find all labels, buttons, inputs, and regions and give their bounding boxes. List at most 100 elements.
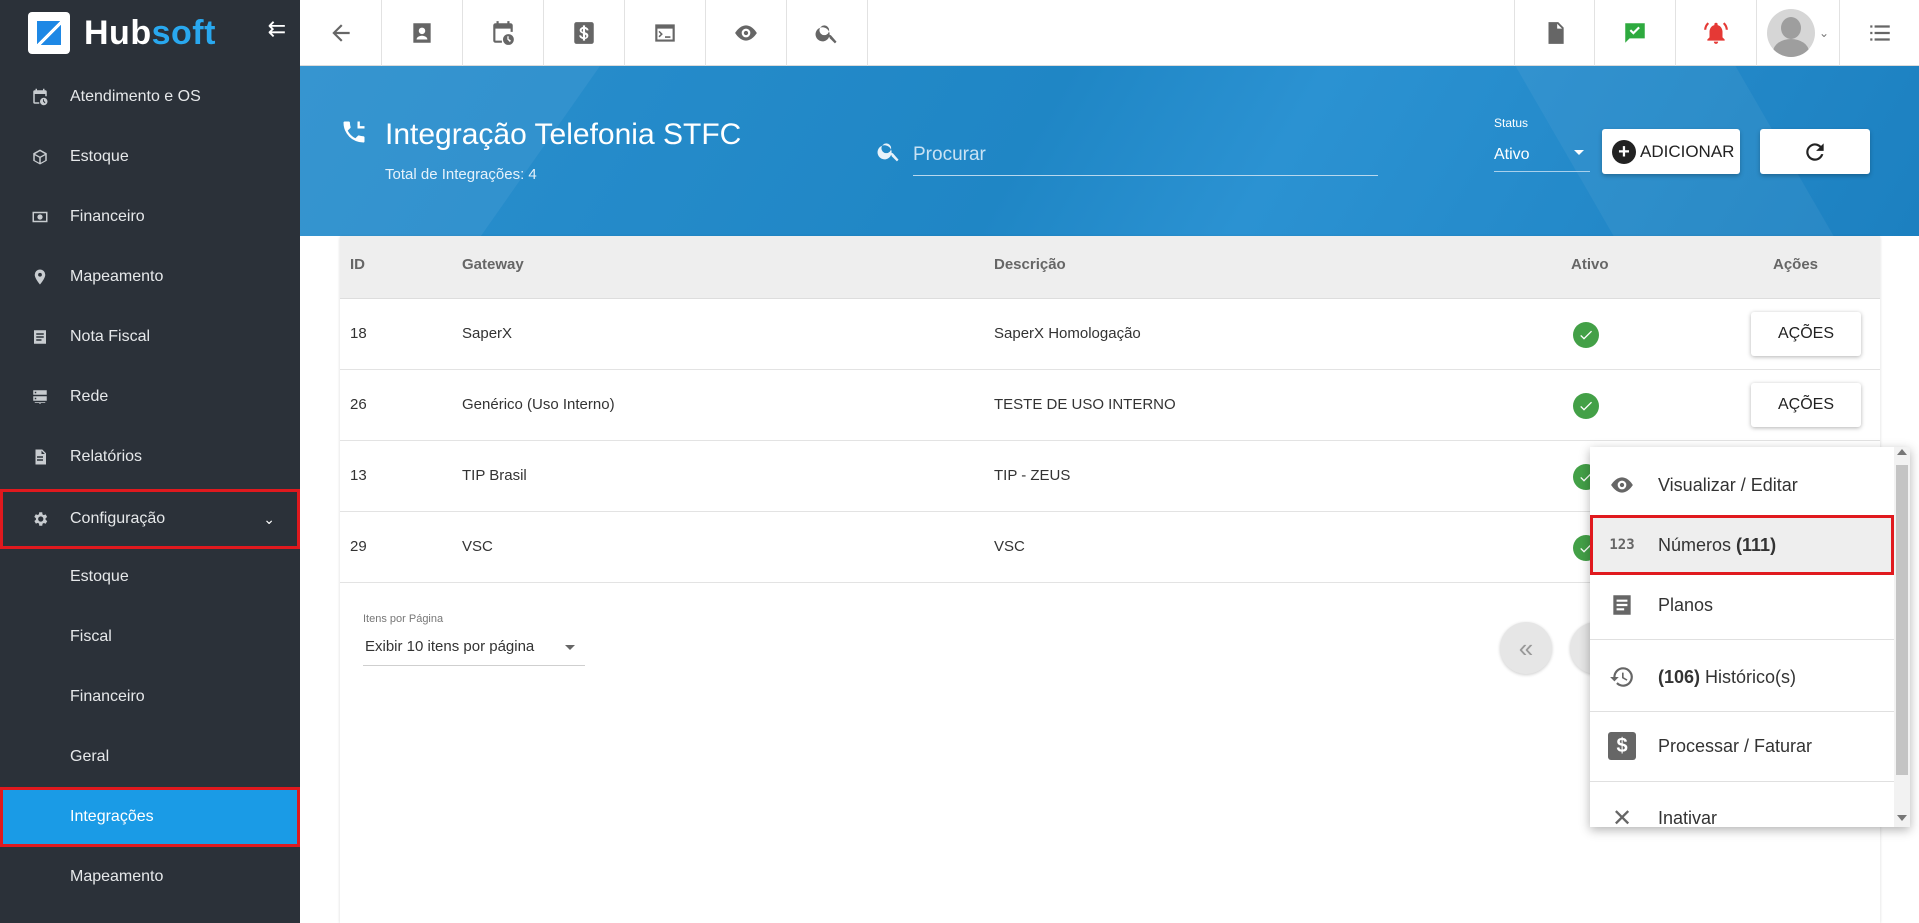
contact-card-icon [413, 23, 431, 43]
pdf-icon [1548, 22, 1564, 44]
menu-divider [1590, 781, 1894, 782]
history-icon [1608, 663, 1636, 691]
column-header-descricao[interactable]: Descrição [994, 256, 1066, 273]
sidebar-item-label: Rede [70, 388, 109, 405]
search-button[interactable] [787, 0, 868, 66]
sidebar: Hubsoft ⇇ Atendimento e OS Estoque Finan… [0, 0, 300, 923]
sidebar-item-label: Nota Fiscal [70, 328, 151, 345]
first-page-button[interactable]: « [1500, 622, 1552, 674]
sidebar-item-configuracao[interactable]: Configuração ⌄ [0, 489, 300, 549]
alarm-button[interactable] [1676, 0, 1757, 66]
sidebar-subitem-financeiro[interactable]: Financeiro [0, 667, 300, 727]
sidebar-item-label: Relatórios [70, 448, 143, 465]
schedule-button[interactable] [463, 0, 544, 66]
menu-item-label: Processar / Faturar [1658, 735, 1813, 756]
finance-button[interactable] [544, 0, 625, 66]
menu-divider [1590, 639, 1894, 640]
sidebar-item-label: Atendimento e OS [70, 88, 201, 105]
sidebar-subitem-label: Mapeamento [70, 868, 164, 885]
plus-circle-icon: + [1612, 139, 1636, 164]
cell-gateway: VSC [462, 538, 493, 555]
status-label: Status [1494, 116, 1529, 130]
hubsoft-logo: Hubsoft [84, 14, 216, 53]
menu-item-visualizar-editar[interactable]: Visualizar / Editar [1590, 455, 1894, 515]
box-icon [30, 147, 50, 167]
dollar-icon [574, 22, 594, 44]
sidebar-subitem-mapeamento[interactable]: Mapeamento [0, 847, 300, 907]
calendar-clock-icon [30, 87, 50, 107]
scroll-up-arrow-icon[interactable] [1897, 449, 1907, 455]
back-button[interactable] [300, 0, 382, 66]
cell-id: 13 [350, 467, 367, 484]
view-button[interactable] [706, 0, 787, 66]
cell-descricao: VSC [994, 538, 1025, 555]
sidebar-subitem-label: Financeiro [70, 688, 145, 705]
dollar-icon: $ [1608, 732, 1636, 760]
search-icon [815, 25, 837, 44]
alarm-bell-icon [1704, 22, 1728, 44]
menu-item-historico[interactable]: (106) Histórico(s) [1590, 645, 1894, 709]
per-page-label: Itens por Página [363, 613, 444, 625]
menu-scroll-thumb[interactable] [1896, 465, 1908, 775]
column-header-id[interactable]: ID [350, 256, 365, 273]
cell-descricao: SaperX Homologação [994, 325, 1141, 342]
sidebar-item-mapeamento[interactable]: Mapeamento [0, 247, 300, 307]
sidebar-item-rede[interactable]: Rede [0, 367, 300, 427]
sidebar-item-label: Configuração [70, 510, 166, 527]
chat-button[interactable] [1595, 0, 1676, 66]
scroll-down-arrow-icon[interactable] [1897, 815, 1907, 821]
pdf-button[interactable] [1514, 0, 1595, 66]
sidebar-subitem-fiscal[interactable]: Fiscal [0, 607, 300, 667]
logo-bar: Hubsoft ⇇ [0, 0, 300, 66]
per-page-select[interactable]: Exibir 10 itens por página [363, 628, 585, 666]
phone-forward-icon [340, 118, 368, 146]
collapse-menu-icon[interactable]: ⇇ [268, 16, 286, 42]
add-button[interactable]: + ADICIONAR [1602, 129, 1740, 174]
column-header-ativo[interactable]: Ativo [1571, 256, 1609, 273]
sidebar-subitem-estoque[interactable]: Estoque [0, 547, 300, 607]
sidebar-item-estoque[interactable]: Estoque [0, 127, 300, 187]
status-select[interactable]: Ativo [1494, 138, 1590, 172]
sidebar-item-relatorios[interactable]: Relatórios [0, 427, 300, 487]
gear-icon [30, 509, 50, 529]
sidebar-item-nota-fiscal[interactable]: Nota Fiscal [0, 307, 300, 367]
eye-icon [735, 25, 757, 41]
dropdown-caret-icon [1574, 150, 1584, 155]
sidebar-subitem-integracoes[interactable]: Integrações [0, 787, 300, 847]
acoes-button[interactable]: AÇÕES [1751, 383, 1861, 427]
close-icon: ✕ [1611, 804, 1633, 828]
sidebar-item-atendimento[interactable]: Atendimento e OS [0, 67, 300, 127]
numbers-123-icon: 123 [1609, 537, 1635, 553]
refresh-button[interactable] [1760, 129, 1870, 174]
acoes-button[interactable]: AÇÕES [1751, 312, 1861, 356]
per-page-value: Exibir 10 itens por página [365, 638, 535, 655]
clients-button[interactable] [382, 0, 463, 66]
table-header [340, 236, 1880, 299]
column-header-gateway[interactable]: Gateway [462, 256, 524, 273]
list-doc-icon [1608, 591, 1636, 619]
receipt-icon [30, 327, 50, 347]
menu-item-planos[interactable]: Planos [1590, 575, 1894, 635]
document-icon [30, 447, 50, 467]
menu-item-inativar[interactable]: ✕ Inativar [1590, 783, 1894, 828]
menu-item-label: Planos [1658, 594, 1714, 615]
menu-item-processar-faturar[interactable]: $ Processar / Faturar [1590, 713, 1894, 779]
server-icon [30, 387, 50, 407]
menu-scrollbar[interactable] [1894, 447, 1910, 827]
sidebar-item-financeiro[interactable]: Financeiro [0, 187, 300, 247]
user-menu-button[interactable]: ⌄ [1757, 0, 1840, 66]
double-chevron-left-icon: « [1518, 632, 1534, 663]
sidebar-subitem-geral[interactable]: Geral [0, 727, 300, 787]
back-arrow-icon [331, 24, 350, 42]
terminal-button[interactable] [625, 0, 706, 66]
check-circle-icon [1573, 322, 1599, 348]
search-input[interactable] [913, 134, 1378, 176]
cell-id: 18 [350, 325, 367, 342]
menu-item-numeros[interactable]: 123 Números (111) [1590, 515, 1894, 575]
cell-descricao: TIP - ZEUS [994, 467, 1071, 484]
sidebar-subitem-label: Fiscal [70, 628, 112, 645]
chevron-down-icon: ⌄ [1818, 26, 1830, 40]
list-menu-button[interactable] [1840, 0, 1919, 66]
money-icon [30, 207, 50, 227]
user-avatar-icon [1766, 9, 1815, 57]
